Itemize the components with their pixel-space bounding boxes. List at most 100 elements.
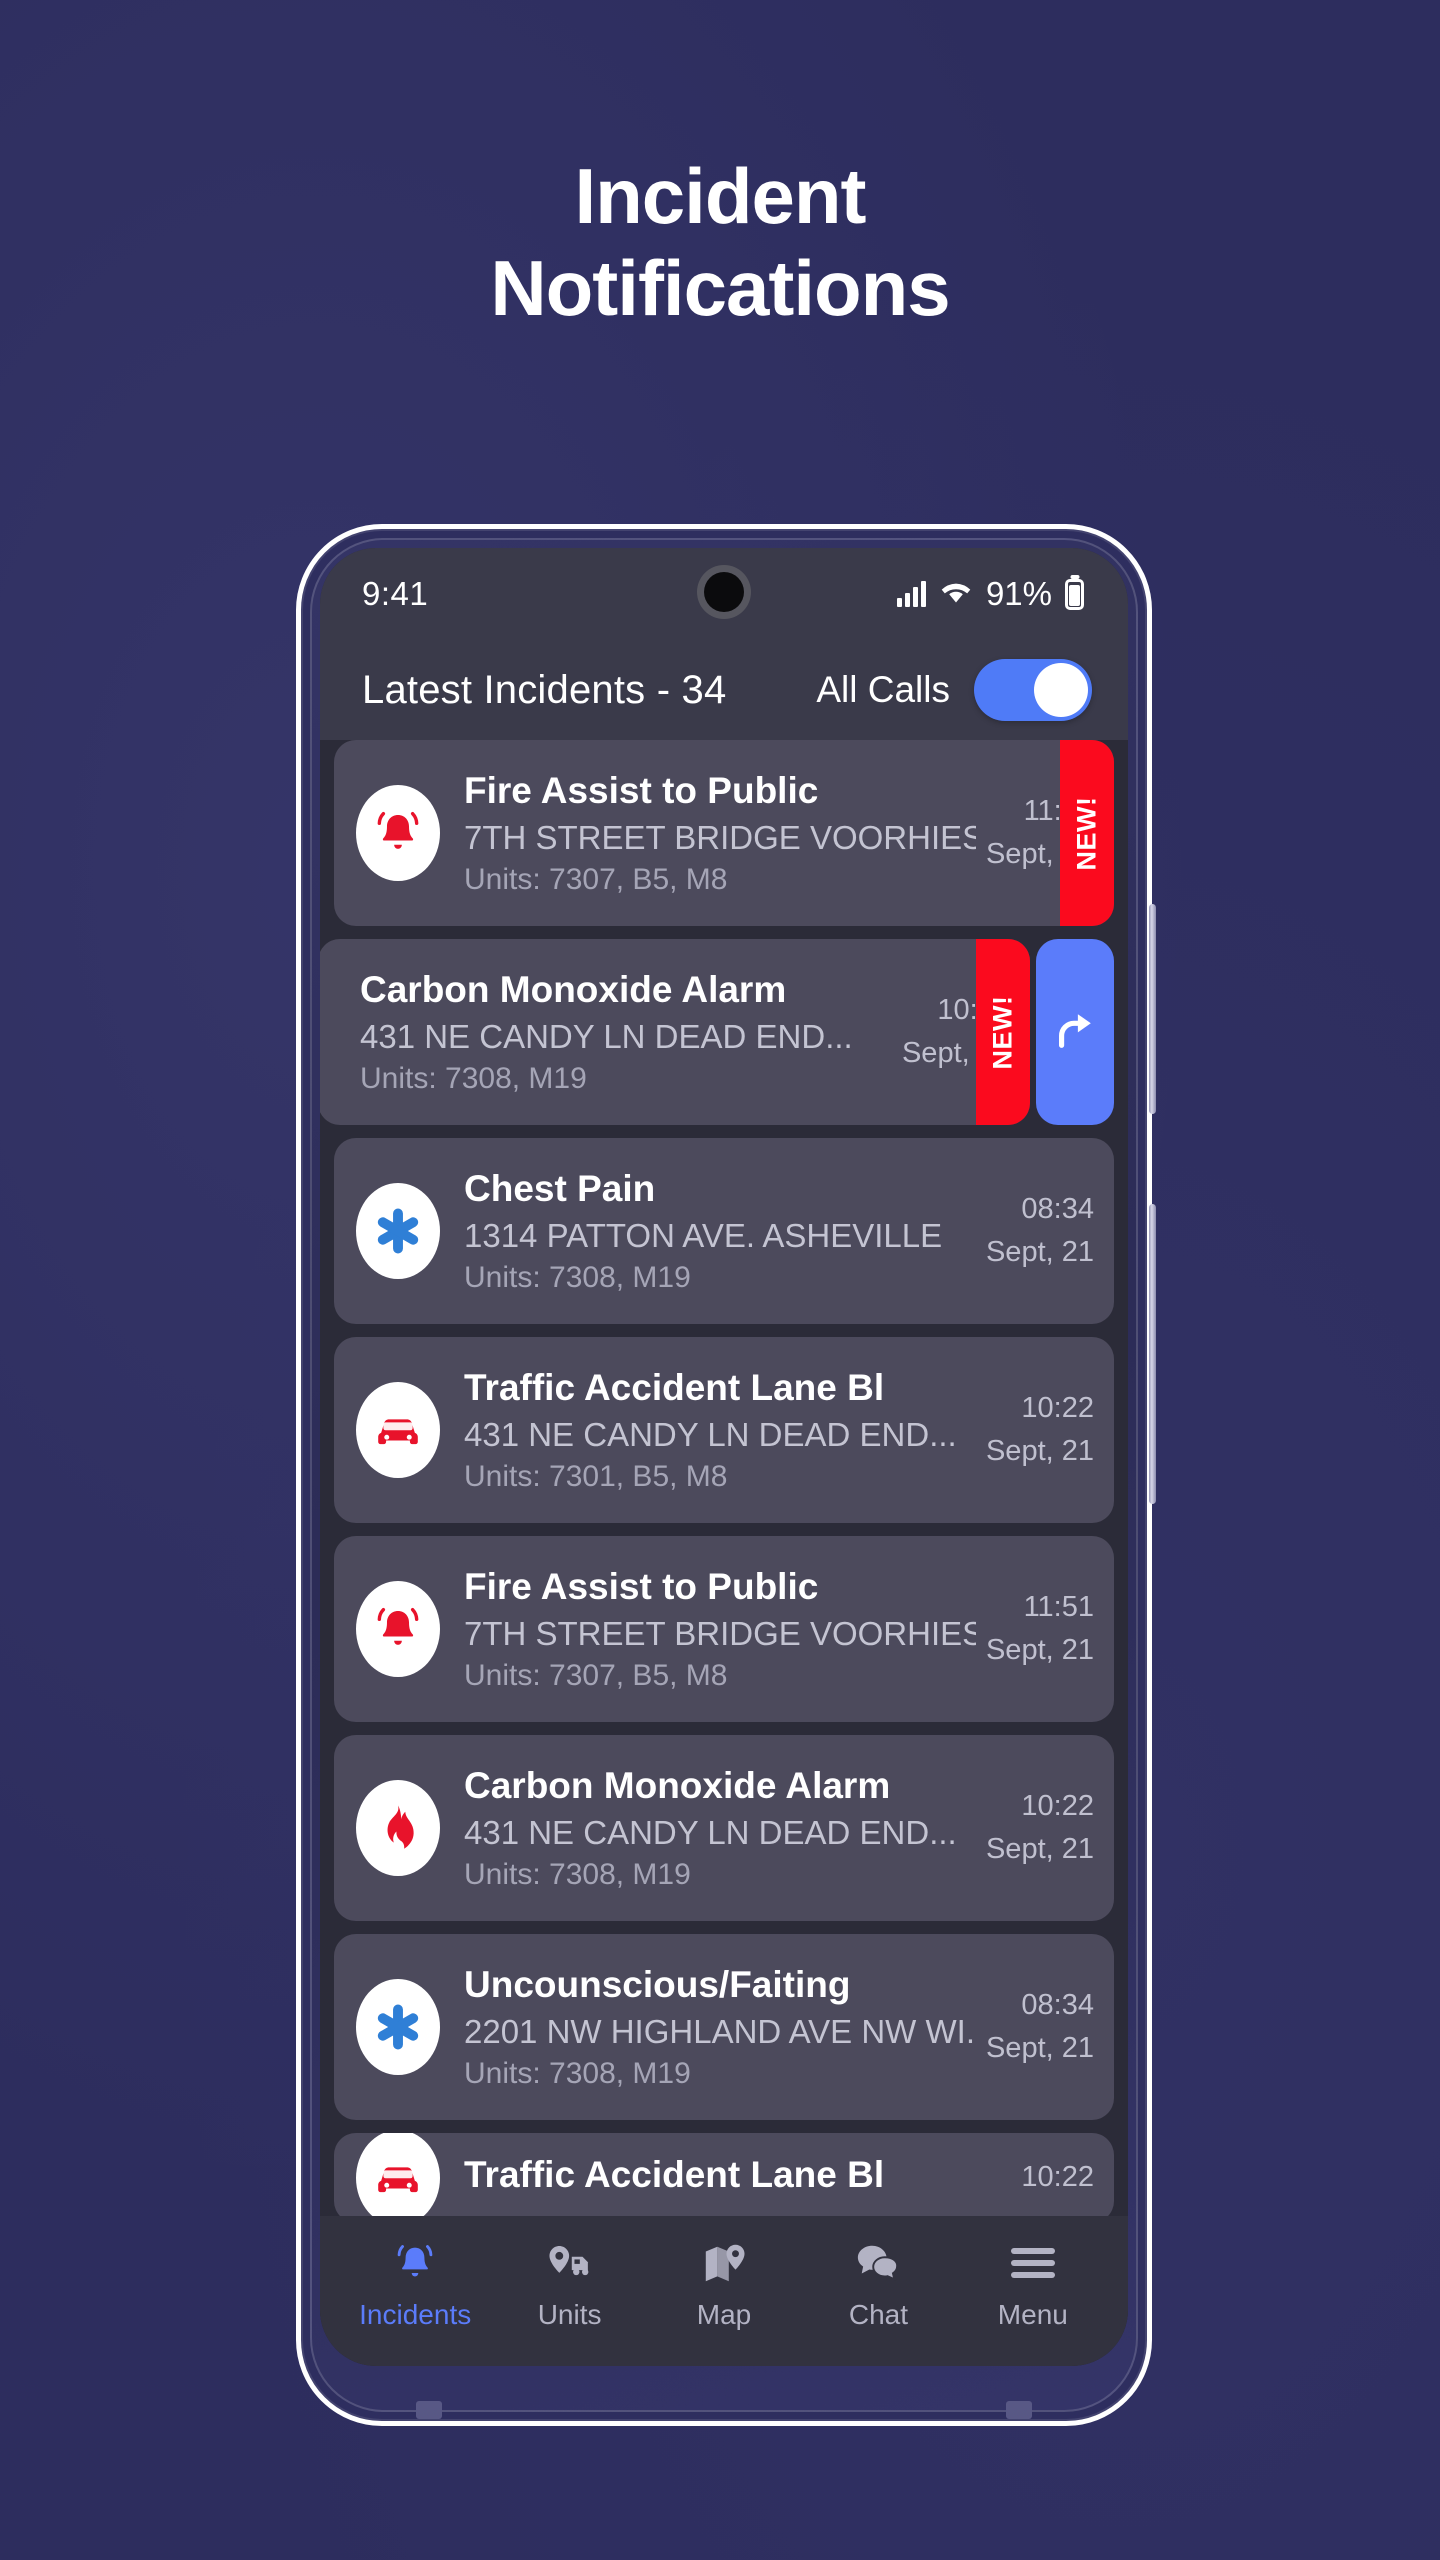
incident-date: Sept, 21: [985, 1435, 1094, 1467]
bottom-navigation: Incidents Units Map Chat Menu: [320, 2216, 1128, 2366]
fire-alarm-bell-icon: [356, 785, 440, 881]
incident-details: Fire Assist to Public 7TH STREET BRIDGE V…: [440, 770, 976, 897]
app-header: Latest Incidents - 34 All Calls: [320, 640, 1128, 740]
nav-item-incidents[interactable]: Incidents: [338, 2238, 492, 2331]
nav-label: Units: [537, 2298, 602, 2330]
nav-item-units[interactable]: Units: [492, 2238, 646, 2331]
incident-address: 2201 NW HIGHLAND AVE NW WI...: [464, 2012, 976, 2050]
all-calls-toggle[interactable]: [974, 659, 1092, 721]
incident-date: Sept, 21: [985, 2032, 1094, 2064]
incident-time: 10:22: [1021, 2161, 1094, 2194]
incident-date: Sept, 21: [985, 1236, 1094, 1268]
incident-card[interactable]: Fire Assist to Public 7TH STREET BRIDGE V…: [334, 740, 1114, 926]
nav-item-chat[interactable]: Chat: [801, 2238, 955, 2331]
front-camera-icon: [704, 572, 744, 612]
incident-row[interactable]: Chest Pain 1314 PATTON AVE. ASHEVILLE Unit…: [334, 1138, 1114, 1324]
incident-timestamp: 08:34 Sept, 21: [976, 1188, 1114, 1275]
nav-label: Chat: [848, 2298, 908, 2330]
incident-timestamp: 08:34 Sept, 21: [976, 1984, 1114, 2071]
incident-details: Fire Assist to Public 7TH STREET BRIDGE V…: [440, 1566, 976, 1693]
incident-card[interactable]: Carbon Monoxide Alarm 431 NE CANDY LN DEA…: [320, 939, 1030, 1125]
incident-time: 10:22: [1021, 1391, 1094, 1424]
phone-screen: 9:41 91% Latest Incidents - 34 All Calls: [320, 548, 1128, 2366]
incident-title: Fire Assist to Public: [464, 769, 819, 811]
page-title-line-2: Notifications: [490, 244, 950, 333]
incident-date: Sept, 21: [985, 1634, 1094, 1666]
page-title: Incident Notifications: [0, 150, 1440, 334]
status-time: 9:41: [362, 575, 429, 612]
all-calls-label: All Calls: [816, 669, 950, 710]
phone-mockup: 9:41 91% Latest Incidents - 34 All Calls: [296, 524, 1156, 2426]
incident-units: Units: 7307, B5, M8: [464, 1658, 728, 1692]
nav-item-map[interactable]: Map: [647, 2238, 801, 2331]
latest-incidents-title: Latest Incidents - 34: [362, 667, 727, 712]
incident-details: Traffic Accident Lane Bl 431 NE CANDY LN …: [440, 1367, 976, 1494]
car-crash-icon: [356, 1382, 440, 1478]
status-bar: 9:41 91%: [320, 548, 1128, 640]
incident-row[interactable]: Traffic Accident Lane Bl 431 NE CANDY LN …: [334, 1337, 1114, 1523]
map-pin-truck-icon: [545, 2238, 595, 2288]
incident-card[interactable]: Chest Pain 1314 PATTON AVE. ASHEVILLE Unit…: [334, 1138, 1114, 1324]
new-badge: NEW!: [976, 939, 1030, 1125]
incident-timestamp: 10:22 Sept, 21: [976, 1387, 1114, 1474]
folded-map-pin-icon: [701, 2238, 747, 2288]
incident-row[interactable]: Uncounscious/Faiting 2201 NW HIGHLAND AVE…: [334, 1934, 1114, 2120]
incident-address: 431 NE CANDY LN DEAD END...: [464, 1415, 957, 1453]
incident-title: Carbon Monoxide Alarm: [464, 1764, 891, 1806]
incident-card[interactable]: Fire Assist to Public 7TH STREET BRIDGE V…: [334, 1536, 1114, 1722]
incident-row[interactable]: Carbon Monoxide Alarm 431 NE CANDY LN DEA…: [334, 1735, 1114, 1921]
incident-card[interactable]: Traffic Accident Lane Bl 10:22: [334, 2133, 1114, 2223]
incident-title: Traffic Accident Lane Bl: [464, 1366, 885, 1408]
incident-details: Carbon Monoxide Alarm 431 NE CANDY LN DEA…: [320, 969, 892, 1096]
new-badge-label: NEW!: [1071, 796, 1102, 870]
incident-row[interactable]: Carbon Monoxide Alarm 431 NE CANDY LN DEA…: [320, 939, 1114, 1125]
incident-details: Uncounscious/Faiting 2201 NW HIGHLAND AVE…: [440, 1964, 976, 2091]
incident-details: Chest Pain 1314 PATTON AVE. ASHEVILLE Unit…: [440, 1168, 976, 1295]
incident-time: 08:34: [1021, 1988, 1094, 2021]
page-title-line-1: Incident: [574, 152, 866, 240]
incident-address: 431 NE CANDY LN DEAD END...: [464, 1813, 957, 1851]
incident-title: Uncounscious/Faiting: [464, 1963, 851, 2005]
wifi-icon: [939, 579, 973, 610]
incident-card[interactable]: Traffic Accident Lane Bl 431 NE CANDY LN …: [334, 1337, 1114, 1523]
incident-time: 08:34: [1021, 1192, 1094, 1225]
new-badge: NEW!: [1060, 740, 1114, 926]
nav-label: Menu: [997, 2298, 1068, 2330]
share-forward-icon: [1052, 1007, 1098, 1058]
incident-timestamp: 10:22 Sept, 21: [976, 1785, 1114, 1872]
incident-timestamp: 11:51 Sept, 21: [976, 1586, 1114, 1673]
chat-bubbles-icon: [854, 2238, 902, 2288]
incident-units: Units: 7307, B5, M8: [464, 862, 728, 896]
incident-row[interactable]: Traffic Accident Lane Bl 10:22: [334, 2133, 1114, 2223]
bell-icon: [392, 2238, 438, 2288]
incident-list[interactable]: Fire Assist to Public 7TH STREET BRIDGE V…: [320, 740, 1128, 2366]
forward-incident-button[interactable]: [1036, 939, 1114, 1125]
incident-address: 431 NE CANDY LN DEAD END...: [360, 1017, 853, 1055]
incident-units: Units: 7308, M19: [464, 1857, 691, 1891]
status-indicators: 91%: [896, 575, 1084, 613]
incident-card[interactable]: Carbon Monoxide Alarm 431 NE CANDY LN DEA…: [334, 1735, 1114, 1921]
nav-item-menu[interactable]: Menu: [956, 2238, 1110, 2331]
phone-bottom-notch-right: [1006, 2401, 1032, 2419]
battery-icon: [1065, 578, 1084, 610]
signal-bars-icon: [896, 581, 926, 607]
new-badge-label: NEW!: [987, 995, 1018, 1069]
star-of-life-icon: [356, 1979, 440, 2075]
nav-label: Map: [696, 2298, 752, 2330]
phone-power-button[interactable]: [1149, 1204, 1156, 1504]
incident-row[interactable]: Fire Assist to Public 7TH STREET BRIDGE V…: [334, 1536, 1114, 1722]
fire-alarm-bell-icon: [356, 1581, 440, 1677]
incident-units: Units: 7301, B5, M8: [464, 1459, 728, 1493]
incident-card[interactable]: Uncounscious/Faiting 2201 NW HIGHLAND AVE…: [334, 1934, 1114, 2120]
phone-volume-button[interactable]: [1149, 904, 1156, 1114]
battery-percent: 91%: [985, 575, 1052, 612]
incident-units: Units: 7308, M19: [464, 1260, 691, 1294]
incident-details: Carbon Monoxide Alarm 431 NE CANDY LN DEA…: [440, 1765, 976, 1892]
incident-timestamp: 10:22: [1011, 2156, 1114, 2200]
phone-bottom-notch-left: [416, 2401, 442, 2419]
incident-units: Units: 7308, M19: [360, 1061, 587, 1095]
incident-title: Carbon Monoxide Alarm: [360, 968, 787, 1010]
incident-row[interactable]: Fire Assist to Public 7TH STREET BRIDGE V…: [334, 740, 1114, 926]
header-controls: All Calls: [816, 659, 1092, 721]
incident-address: 7TH STREET BRIDGE VOORHIES...: [464, 1614, 976, 1652]
